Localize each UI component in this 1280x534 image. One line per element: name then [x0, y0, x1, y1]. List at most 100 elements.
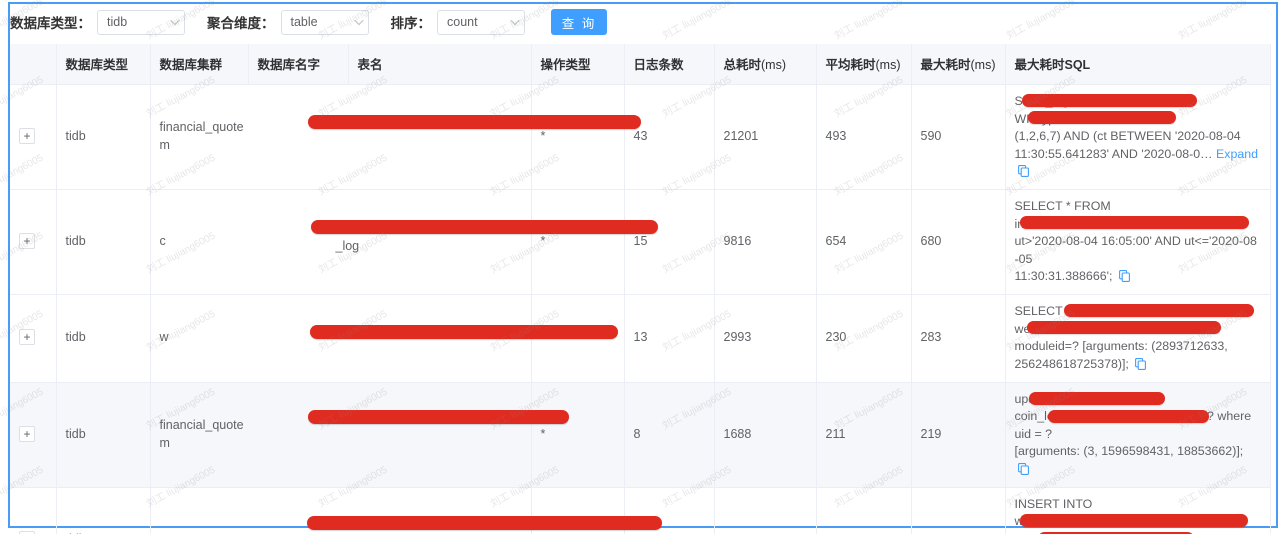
expand-row-button[interactable]: + — [19, 128, 35, 145]
table-row[interactable]: + tidb der_ record_info * 6 1287 214 233… — [10, 487, 1271, 534]
sql-line: INSERT INTO — [1014, 496, 1093, 511]
col-header-cluster: 数据库集群 — [150, 44, 249, 85]
copy-icon[interactable] — [1017, 165, 1029, 178]
chevron-down-icon — [506, 19, 524, 26]
cell-max-sql: INSERT INTO w (id,ui seid) VALUES(?,?,?,… — [1005, 487, 1271, 534]
table-body: + tidb financial_quote m * 43 21201 493 … — [10, 84, 1271, 534]
col-header-op-type: 操作类型 — [531, 44, 625, 85]
row-expander-cell: + — [10, 382, 57, 488]
cell-avg-ms: 214 — [816, 487, 912, 534]
sort-value: count — [447, 15, 478, 29]
table-row[interactable]: + tidb w t * 13 2993 230 283 SELECT uid, — [10, 294, 1271, 383]
cell-db-type: tidb — [56, 84, 151, 191]
cell-total-ms: 1287 — [714, 487, 817, 534]
page-root: 数据库类型： tidb 聚合维度： table 排序： count 查 询 数据… — [0, 0, 1280, 534]
redaction-bar — [1026, 321, 1221, 335]
name-fragment-1: c — [159, 234, 166, 249]
redaction-bar — [1027, 111, 1176, 124]
db-type-label: 数据库类型： — [10, 16, 91, 31]
copy-icon[interactable] — [1017, 463, 1029, 475]
col-header-db-name: 数据库名字 — [248, 44, 349, 85]
cell-max-sql: SELECT uid, M we AND moduleid=? [argumen… — [1005, 294, 1271, 383]
agg-dimension-value: table — [290, 15, 318, 29]
cell-total-ms: 2993 — [714, 294, 817, 383]
redaction-bar — [1021, 94, 1197, 107]
col-header-max-sql: 最大耗时SQL — [1005, 44, 1271, 85]
table-row[interactable]: + tidb financial_quote m * 8 1688 211 21… — [10, 382, 1271, 488]
db-type-select[interactable]: tidb — [97, 9, 185, 35]
cell-max-ms: 219 — [911, 382, 1006, 488]
cell-max-sql: upd coin_left=coin_left+? update_time=? … — [1005, 382, 1271, 488]
copy-icon[interactable] — [1135, 357, 1147, 370]
cell-max-ms: 283 — [911, 294, 1006, 383]
cell-total-ms: 21201 — [714, 84, 817, 191]
sql-line: (1,2,6,7) AND (ct BETWEEN '2020-08-04 — [1014, 129, 1241, 144]
expand-row-button[interactable]: + — [19, 425, 35, 442]
cell-redacted-names: financial_quote m — [150, 84, 641, 191]
redaction-bar — [307, 409, 569, 424]
col-header-log-count: 日志条数 — [624, 44, 715, 85]
sql-line: 11:30:55.641283' AND '2020-08-0… Expand — [1015, 146, 1261, 181]
cell-avg-ms: 230 — [816, 294, 912, 383]
sql-line: ut>'2020-08-04 16:05:00' AND ut<='2020-0… — [1014, 234, 1257, 266]
sql-line: [arguments: (3, 1596598431, 18853662)]; — [1015, 443, 1261, 478]
redaction-bar — [306, 515, 662, 530]
col-header-expander — [10, 44, 57, 85]
copy-icon[interactable] — [1118, 270, 1130, 283]
col-header-max-ms: 最大耗时(ms) — [911, 44, 1006, 85]
table-row[interactable]: + tidb c n _log * 15 9816 654 680 SELECT… — [10, 189, 1271, 296]
chevron-down-icon — [350, 19, 368, 26]
cell-log-count: 13 — [624, 294, 715, 383]
cell-redacted-names: financial_quote m — [150, 382, 569, 488]
col-header-table: 表名 — [348, 44, 532, 85]
results-table-container: 数据库类型 数据库集群 数据库名字 表名 操作类型 日志条数 总耗时(ms) 平… — [10, 44, 1280, 534]
cell-op-type: * — [531, 84, 625, 191]
cell-redacted-names: c n _log — [150, 189, 658, 296]
name-fragment-1: w — [159, 330, 169, 345]
filter-toolbar: 数据库类型： tidb 聚合维度： table 排序： count 查 询 — [10, 4, 607, 40]
db-type-value: tidb — [107, 15, 128, 29]
col-header-total-ms: 总耗时(ms) — [714, 44, 817, 85]
redaction-bar — [1019, 216, 1249, 230]
col-header-avg-ms: 平均耗时(ms) — [816, 44, 912, 85]
row-expander-cell: + — [10, 294, 57, 383]
cell-max-ms: 233 — [911, 487, 1006, 534]
cell-op-type: * — [531, 189, 625, 296]
cell-db-type: tidb — [56, 189, 151, 296]
cell-max-ms: 680 — [911, 189, 1006, 296]
col-header-db-type: 数据库类型 — [56, 44, 151, 85]
sql-line: moduleid=? [arguments: (2893712633, — [1014, 339, 1228, 354]
sort-select[interactable]: count — [437, 9, 525, 35]
field-agg-dimension: 聚合维度： table — [207, 9, 369, 35]
expand-row-button[interactable]: + — [19, 329, 35, 346]
name-fragment-1: financial_quote — [159, 120, 244, 135]
row-expander-cell: + — [10, 487, 57, 534]
cell-log-count: 15 — [624, 189, 715, 296]
cell-redacted-names: w t — [150, 294, 618, 383]
cell-avg-ms: 211 — [816, 382, 912, 488]
sql-line: SELECT * FROM — [1014, 199, 1111, 214]
agg-dimension-select[interactable]: table — [280, 9, 369, 35]
redaction-bar — [1063, 304, 1254, 318]
results-table: 数据库类型 数据库集群 数据库名字 表名 操作类型 日志条数 总耗时(ms) 平… — [10, 44, 1271, 534]
cell-max-sql: SELECT * FROM in ut>'2020-08-04 16:05:00… — [1005, 189, 1271, 296]
expand-sql-link[interactable]: Expand — [1216, 147, 1258, 161]
cell-total-ms: 1688 — [714, 382, 817, 488]
redaction-bar — [307, 115, 641, 129]
redaction-bar — [1019, 513, 1248, 527]
cell-db-type: tidb — [56, 294, 151, 383]
row-expander-cell: + — [10, 84, 57, 191]
row-expander-cell: + — [10, 189, 57, 296]
cell-redacted-names: der_ record_info — [150, 487, 662, 534]
query-button[interactable]: 查 询 — [551, 9, 607, 35]
cell-log-count: 43 — [624, 84, 715, 191]
sort-label: 排序： — [390, 16, 432, 31]
table-row[interactable]: + tidb financial_quote m * 43 21201 493 … — [10, 84, 1271, 191]
redaction-bar — [310, 220, 658, 235]
cell-avg-ms: 654 — [816, 189, 912, 296]
field-sort: 排序： count — [390, 9, 525, 35]
sql-line: 11:30:31.388666'; — [1015, 268, 1261, 286]
cell-max-sql: SE rd_log WH type IN (1,2,6,7) AND (ct B… — [1005, 84, 1271, 191]
expand-row-button[interactable]: + — [19, 233, 35, 250]
cell-total-ms: 9816 — [714, 189, 817, 296]
